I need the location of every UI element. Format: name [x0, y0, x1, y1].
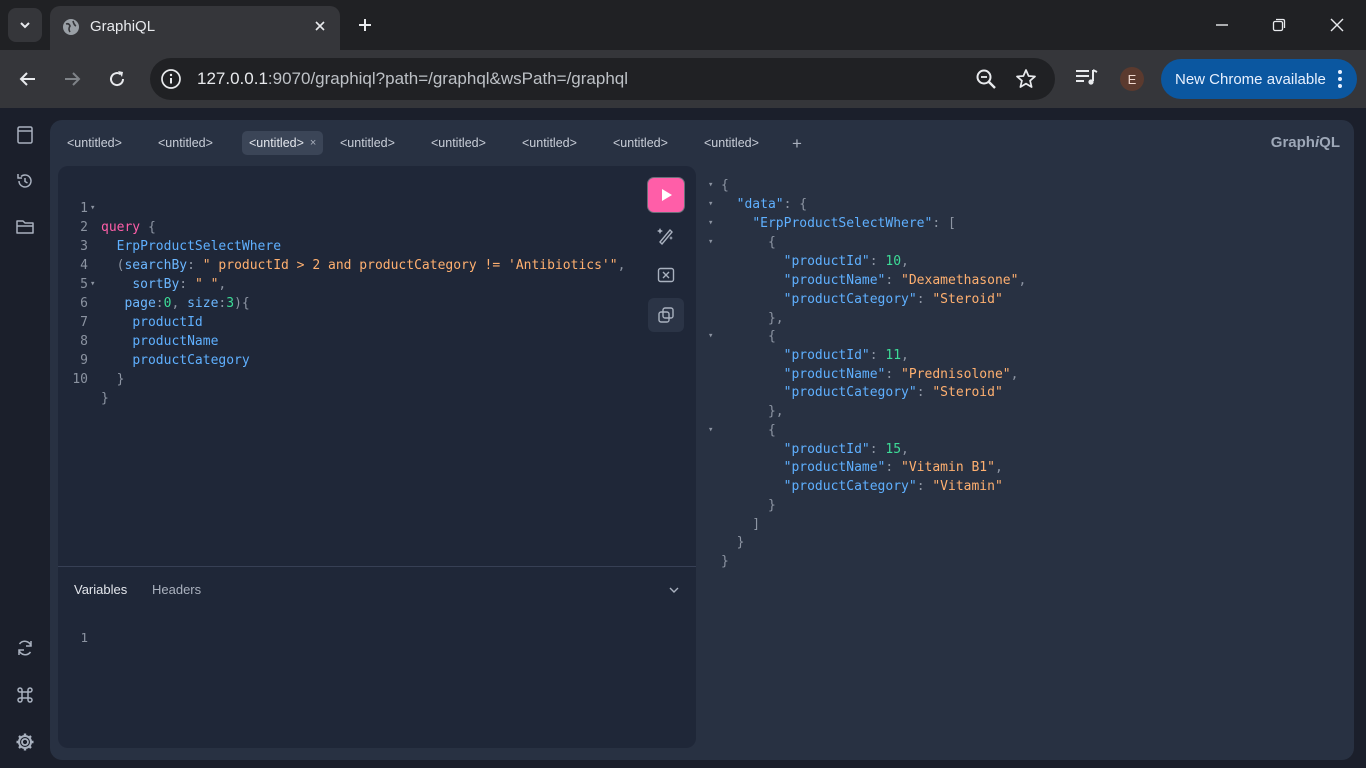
session-tab-3-active[interactable]: <untitled> ×	[242, 131, 324, 155]
run-query-button[interactable]	[648, 178, 684, 212]
reload-icon	[110, 71, 125, 87]
session-tab-8[interactable]: <untitled>	[697, 131, 766, 155]
code-line: 6 productId	[80, 296, 203, 330]
code-line: 2 ErpProductSelectWhere	[80, 220, 282, 254]
fold-arrow-icon[interactable]: ▾	[708, 214, 718, 233]
zoom-icon[interactable]	[975, 68, 997, 95]
refresh-icon[interactable]	[14, 637, 36, 659]
code-line: 1 ▾ query {	[80, 201, 156, 235]
browser-tabstrip: GraphiQL	[0, 0, 1366, 50]
minimize-icon	[1216, 24, 1228, 26]
forward-button[interactable]	[57, 64, 87, 94]
url-text: 127.0.0.1:9070/graphiql?path=/graphql&ws…	[197, 69, 629, 88]
code-line: 3 (searchBy: " productId > 2 and product…	[80, 239, 626, 273]
gear-icon[interactable]	[14, 731, 36, 753]
session-tabs: <untitled> <untitled> <untitled> × <untit…	[50, 128, 1050, 158]
browser-tab-graphiql[interactable]: GraphiQL	[50, 6, 340, 50]
code-line: 8 productCategory	[80, 334, 250, 368]
copy-query-button[interactable]	[648, 298, 684, 332]
code-line: 5 ▾ page:0, size:3){	[80, 277, 250, 311]
command-icon[interactable]	[14, 684, 36, 706]
graphiql-main-panel: <untitled> <untitled> <untitled> × <untit…	[50, 120, 1354, 760]
fold-arrow-icon[interactable]: ▾	[708, 327, 718, 346]
chevron-down-icon	[20, 22, 30, 29]
code-line: 7 productName	[80, 315, 219, 349]
graphiql-app: <untitled> <untitled> <untitled> × <untit…	[0, 108, 1366, 768]
merge-fragments-button[interactable]	[648, 258, 684, 292]
arrow-right-icon	[65, 72, 81, 86]
address-bar[interactable]: 127.0.0.1:9070/graphiql?path=/graphql&ws…	[150, 58, 1055, 100]
docs-icon[interactable]	[14, 124, 36, 146]
tab-search-button[interactable]	[8, 8, 42, 42]
query-editor[interactable]: 1 ▾ query { 2 ErpProductSelectWhere 3 (se…	[58, 180, 648, 560]
media-controls-icon[interactable]	[1074, 66, 1100, 95]
fold-arrow-icon[interactable]: ▾	[708, 176, 718, 195]
new-tab-button[interactable]	[352, 12, 378, 38]
folder-icon[interactable]	[14, 216, 36, 238]
back-button[interactable]	[13, 64, 43, 94]
variables-headers-tabs: Variables Headers	[58, 567, 696, 613]
chevron-down-icon[interactable]	[668, 583, 680, 601]
browser-tab-title: GraphiQL	[90, 18, 156, 35]
magic-wand-icon	[657, 228, 673, 245]
minimize-button[interactable]	[1202, 10, 1242, 40]
more-menu-icon[interactable]	[1337, 68, 1343, 94]
fold-arrow-icon[interactable]: ▾	[708, 421, 718, 440]
close-icon	[1330, 18, 1344, 32]
globe-icon	[63, 19, 79, 35]
graphiql-sidebar	[0, 108, 50, 768]
session-tab-1[interactable]: <untitled>	[60, 131, 129, 155]
update-label: New Chrome available	[1175, 70, 1326, 88]
bookmark-star-icon[interactable]	[1015, 68, 1037, 95]
session-tab-5[interactable]: <untitled>	[424, 131, 493, 155]
arrow-left-icon	[19, 72, 35, 86]
prettify-button[interactable]	[648, 218, 684, 252]
close-tab-icon[interactable]: ×	[310, 137, 316, 149]
new-chrome-available-button[interactable]: New Chrome available	[1161, 59, 1357, 99]
merge-icon	[657, 267, 675, 283]
play-icon	[662, 189, 672, 201]
session-tab-2[interactable]: <untitled>	[151, 131, 220, 155]
session-tab-7[interactable]: <untitled>	[606, 131, 675, 155]
code-line: 10 }	[72, 372, 109, 406]
code-line: 4 sortBy: " ",	[80, 258, 227, 292]
fold-arrow-icon[interactable]: ▾	[708, 195, 718, 214]
restore-icon	[1272, 18, 1286, 32]
profile-avatar[interactable]: E	[1120, 67, 1144, 91]
close-window-button[interactable]	[1317, 10, 1357, 40]
variables-tab[interactable]: Variables	[74, 582, 127, 597]
response-viewer[interactable]: ▾{ ▾ "data": { ▾ "ErpProductSelectWhere"…	[708, 176, 1348, 576]
headers-tab[interactable]: Headers	[152, 582, 201, 597]
add-tab-button[interactable]: +	[792, 134, 802, 154]
reload-button[interactable]	[102, 64, 132, 94]
session-tab-6[interactable]: <untitled>	[515, 131, 584, 155]
plus-icon	[359, 19, 371, 31]
tab-close-icon[interactable]	[310, 16, 330, 36]
query-editor-pane: 1 ▾ query { 2 ErpProductSelectWhere 3 (se…	[58, 166, 696, 748]
fold-arrow-icon[interactable]: ▾	[708, 233, 718, 252]
restore-button[interactable]	[1259, 10, 1299, 40]
site-info-icon[interactable]	[160, 68, 182, 95]
graphiql-logo: GraphiQL	[1270, 134, 1340, 151]
copy-icon	[658, 307, 674, 323]
code-line: 9 }	[80, 353, 125, 387]
history-icon[interactable]	[14, 170, 36, 192]
session-tab-4[interactable]: <untitled>	[333, 131, 402, 155]
browser-toolbar: 127.0.0.1:9070/graphiql?path=/graphql&ws…	[0, 50, 1366, 108]
variables-editor[interactable]: 1	[58, 628, 696, 658]
